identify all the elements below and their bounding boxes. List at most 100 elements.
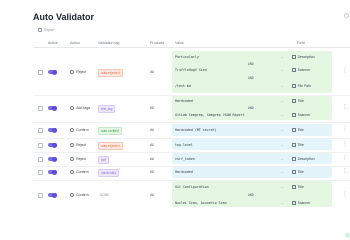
value-field-label: Description xyxy=(297,157,315,161)
value-box: Hardcoded → Title xyxy=(172,167,332,178)
value-field: Title xyxy=(292,185,304,189)
more-vertical-icon[interactable]: ⋮ xyxy=(342,127,347,132)
field-icon xyxy=(292,185,296,189)
value-field: Scanner xyxy=(292,201,310,205)
action-icon xyxy=(70,170,74,174)
value-box: top-level → Title xyxy=(172,139,332,150)
arrow-right-icon: → xyxy=(280,185,284,189)
row-divider xyxy=(33,179,350,180)
arrow-right-icon: → xyxy=(280,201,284,205)
value-text: GitLab Semgrep, Semgrep JSON Report xyxy=(175,113,245,117)
export-label: Export xyxy=(44,28,55,32)
products-cell: All xyxy=(150,70,154,74)
more-vertical-icon[interactable]: ⋮ xyxy=(342,192,347,197)
operator-label: AND xyxy=(248,62,254,66)
value-text: Git Configuration xyxy=(175,185,209,189)
action-cell: Add tags xyxy=(70,106,90,110)
operator-label: AND xyxy=(248,193,254,197)
active-toggle[interactable] xyxy=(48,69,57,75)
column-header-action: Action xyxy=(70,41,80,45)
value-text: csrf_token xyxy=(175,157,195,161)
value-field-label: Title xyxy=(297,170,304,174)
column-header-field: Field xyxy=(297,41,305,45)
action-icon xyxy=(70,70,74,74)
field-icon xyxy=(292,84,296,88)
arrow-right-icon: → xyxy=(280,68,284,72)
export-icon xyxy=(38,28,42,32)
validation-tag-badge: test_tag xyxy=(98,105,116,113)
active-toggle[interactable] xyxy=(48,142,57,148)
value-box: csrf_token → Description xyxy=(172,153,332,164)
validation-tag-badge: NONE xyxy=(100,193,110,197)
row-divider xyxy=(33,151,350,152)
action-cell: Confirm xyxy=(70,193,89,197)
more-vertical-icon[interactable]: ⋮ xyxy=(342,105,347,110)
products-cell: All xyxy=(150,143,154,147)
products-cell: All xyxy=(150,170,154,174)
header-divider xyxy=(33,47,350,48)
active-toggle[interactable] xyxy=(48,169,57,175)
action-cell: Reject xyxy=(70,70,86,74)
action-cell: Confirm xyxy=(70,170,89,174)
products-cell: All xyxy=(150,157,154,161)
value-text: Hardcoded (MT secret) xyxy=(175,128,217,132)
active-toggle[interactable] xyxy=(48,105,57,111)
value-field-label: Title xyxy=(297,143,304,147)
action-icon xyxy=(70,157,74,161)
value-field: Title xyxy=(292,143,304,147)
row-checkbox[interactable] xyxy=(38,127,43,133)
field-icon xyxy=(292,143,296,147)
field-icon xyxy=(292,170,296,174)
value-field: Title xyxy=(292,170,304,174)
action-cell: Reject xyxy=(70,157,86,161)
products-cell: All xyxy=(150,128,154,132)
row-checkbox[interactable] xyxy=(38,192,43,198)
more-vertical-icon[interactable]: ⋮ xyxy=(342,69,347,74)
value-box: Particularly → Description TruffleHogV Scan… xyxy=(172,51,332,93)
value-field: Scanner xyxy=(292,68,310,72)
action-label: Reject xyxy=(76,157,87,161)
row-checkbox[interactable] xyxy=(38,169,43,175)
value-field-label: Scanner xyxy=(297,68,311,72)
column-header-value: Value xyxy=(175,41,184,45)
action-label: Add tags xyxy=(76,106,91,110)
validation-tag-badge: hardcoded xyxy=(98,169,120,177)
settings-icon[interactable] xyxy=(344,13,349,18)
row-checkbox[interactable] xyxy=(38,142,43,148)
export-button[interactable]: Export xyxy=(38,28,54,32)
value-field-label: Description xyxy=(297,55,315,59)
column-header-active: Active xyxy=(48,41,58,45)
action-icon xyxy=(70,193,74,197)
action-label: Reject xyxy=(76,70,87,74)
action-label: Reject xyxy=(76,143,87,147)
active-toggle[interactable] xyxy=(48,192,57,198)
value-text: top-level xyxy=(175,143,193,147)
column-header-validation-tag: Validation tag xyxy=(98,41,120,45)
row-divider xyxy=(33,165,350,166)
action-icon xyxy=(70,106,74,110)
value-text: Nuclei Scan, Acunetix Scan xyxy=(175,201,227,205)
column-header-products: Products xyxy=(150,41,165,45)
help-icon[interactable] xyxy=(345,233,350,238)
action-icon xyxy=(70,128,74,132)
field-icon xyxy=(292,68,296,72)
action-cell: Reject xyxy=(70,143,86,147)
value-box: Git Configuration → Title Nuclei Scan, Acun… xyxy=(172,181,332,207)
field-icon xyxy=(292,201,296,205)
more-vertical-icon[interactable]: ⋮ xyxy=(342,142,347,147)
value-field: Description xyxy=(292,55,315,59)
row-checkbox[interactable] xyxy=(38,69,43,75)
action-icon xyxy=(70,143,74,147)
row-checkbox[interactable] xyxy=(38,105,43,111)
arrow-right-icon: → xyxy=(280,55,284,59)
value-field: Title xyxy=(292,99,304,103)
action-cell: Confirm xyxy=(70,128,89,132)
row-checkbox[interactable] xyxy=(38,156,43,162)
value-field-label: Title xyxy=(297,185,304,189)
more-vertical-icon[interactable]: ⋮ xyxy=(342,169,347,174)
action-label: Confirm xyxy=(76,170,89,174)
validation-tag-badge: csrf xyxy=(98,156,110,164)
active-toggle[interactable] xyxy=(48,127,57,133)
active-toggle[interactable] xyxy=(48,156,57,162)
more-vertical-icon[interactable]: ⋮ xyxy=(342,156,347,161)
